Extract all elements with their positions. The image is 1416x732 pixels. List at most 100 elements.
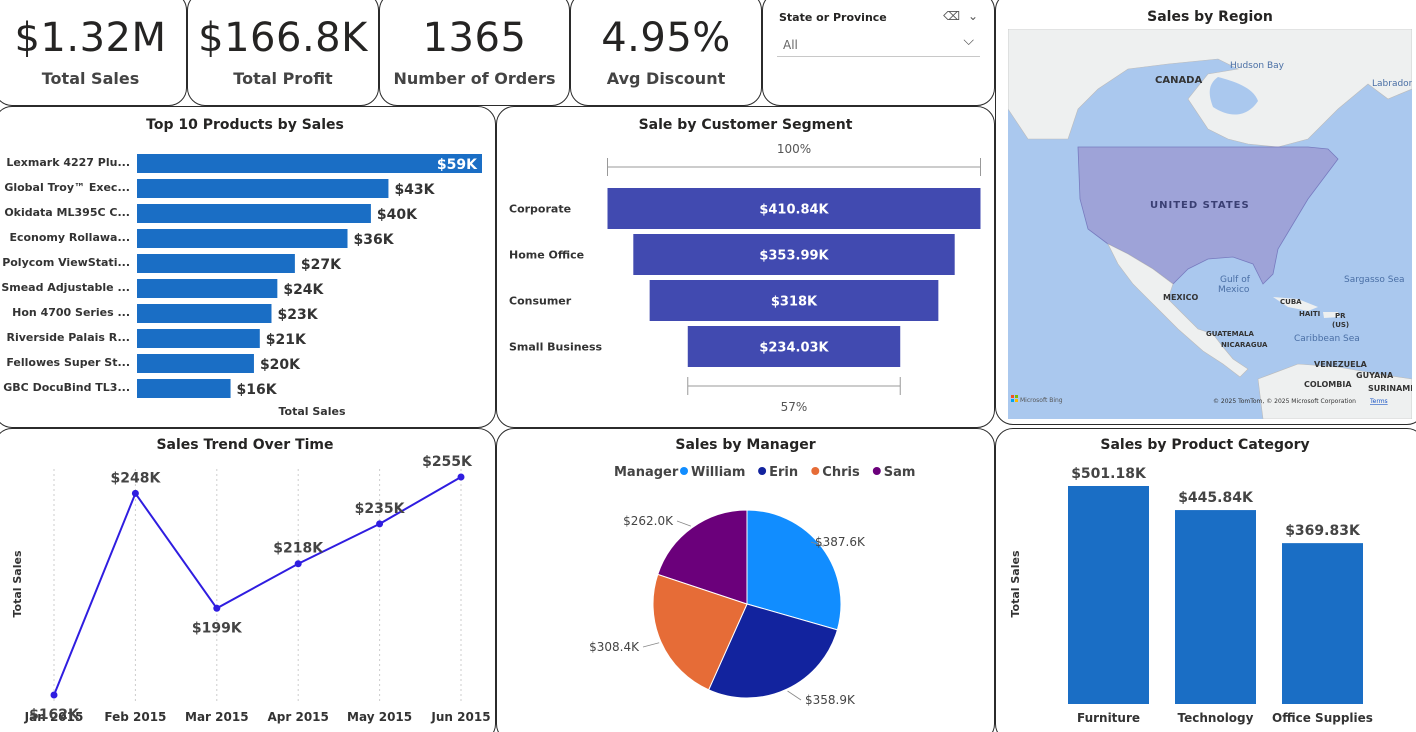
x-axis-label: Total Sales	[278, 405, 345, 418]
map-label: NICARAGUA	[1221, 341, 1268, 349]
bar[interactable]	[1282, 543, 1363, 704]
bar[interactable]	[137, 379, 231, 398]
map-terms-link[interactable]: Terms	[1369, 398, 1388, 405]
data-label: $308.4K	[589, 640, 640, 654]
bar[interactable]	[137, 204, 371, 223]
legend-item[interactable]: Erin	[769, 465, 798, 480]
map-label: (US)	[1332, 321, 1349, 329]
sales-map[interactable]: CANADA Hudson Bay Labrador S UNITED STAT…	[1008, 29, 1412, 419]
legend-swatch[interactable]	[758, 467, 767, 475]
bar[interactable]	[1175, 510, 1256, 704]
bar[interactable]	[137, 279, 278, 298]
segment-label: Home Office	[509, 249, 584, 262]
category-label: Riverside Palais R...	[6, 331, 130, 344]
data-label: $16K	[237, 382, 278, 398]
leader-line	[787, 690, 802, 701]
map-label: PR	[1335, 312, 1346, 320]
bar[interactable]	[137, 329, 260, 348]
sales-trend-chart[interactable]: Jan 2015 Feb 2015 Mar 2015 Apr 2015 May 2015…	[0, 429, 495, 729]
bar[interactable]	[137, 154, 482, 173]
kpi-card-avg-discount[interactable]: 4.95% Avg Discount	[570, 0, 762, 106]
kpi-card-number-of-orders[interactable]: 1365 Number of Orders	[379, 0, 570, 106]
category-label: Polycom ViewStati...	[2, 256, 130, 269]
product-category-chart[interactable]: Total Sales $501.18K Furniture $445.84K Tech…	[996, 429, 1416, 729]
data-point[interactable]	[50, 691, 58, 699]
x-tick-label: Apr 2015	[268, 710, 329, 724]
category-label: Fellowes Super St...	[6, 356, 130, 369]
data-point[interactable]	[131, 489, 139, 497]
legend-item[interactable]: William	[691, 465, 745, 480]
data-label: $23K	[277, 307, 318, 323]
bar[interactable]	[1068, 486, 1149, 704]
map-label: Hudson Bay	[1230, 61, 1285, 71]
bar[interactable]	[137, 254, 295, 273]
category-label: Smead Adjustable ...	[1, 281, 130, 294]
state-dropdown[interactable]: All ⌵	[777, 31, 980, 57]
slicer-value: All	[783, 38, 798, 52]
data-label: $218K	[273, 541, 324, 557]
top-products-chart[interactable]: Lexmark 4227 Plu... $59K Global Troy™ Exec…	[0, 125, 495, 425]
map-label: VENEZUELA	[1314, 360, 1368, 369]
bar[interactable]	[137, 229, 348, 248]
data-label: $353.99K	[759, 249, 829, 264]
data-label: $248K	[110, 470, 161, 486]
x-tick-label: Mar 2015	[185, 710, 249, 724]
x-tick-label: Jun 2015	[430, 710, 490, 724]
leader-line	[642, 642, 660, 648]
data-point[interactable]	[376, 520, 384, 528]
bar[interactable]	[137, 304, 272, 323]
chevron-down-icon[interactable]: ⌄	[968, 9, 978, 23]
map-label: Labrador S	[1372, 79, 1412, 89]
data-label: $369.83K	[1285, 523, 1361, 539]
kpi-label: Total Profit	[233, 69, 333, 88]
category-label: Lexmark 4227 Plu...	[6, 156, 130, 169]
customer-segment-card: Sale by Customer Segment 100% Corporate $4…	[496, 106, 995, 428]
map-label: CUBA	[1280, 298, 1302, 306]
kpi-card-total-sales[interactable]: $1.32M Total Sales	[0, 0, 187, 106]
x-tick-label: Feb 2015	[104, 710, 166, 724]
map-card: Sales by Region CANADA Hudson Bay Labrad…	[995, 0, 1416, 425]
y-axis-label: Total Sales	[1009, 550, 1022, 617]
legend-item[interactable]: Chris	[822, 465, 860, 480]
data-label: $162K	[29, 707, 80, 723]
sales-by-manager-chart[interactable]: Manager William Erin Chris Sam $387.6K $358.9K…	[497, 429, 994, 729]
segment-funnel-chart[interactable]: 100% Corporate $410.84K Home Office $353.99K…	[497, 125, 994, 425]
data-point[interactable]	[294, 560, 302, 568]
map-label: MEXICO	[1163, 293, 1198, 302]
category-label: Office Supplies	[1272, 711, 1373, 725]
category-label: Hon 4700 Series ...	[12, 306, 130, 319]
category-label: Furniture	[1077, 711, 1140, 725]
bar[interactable]	[137, 354, 254, 373]
map-label: COLOMBIA	[1304, 380, 1352, 389]
map-label: GUYANA	[1356, 371, 1394, 380]
legend-swatch[interactable]	[680, 467, 688, 475]
data-label: $235K	[355, 501, 406, 517]
segment-label: Corporate	[509, 203, 571, 216]
chevron-down-icon: ⌵	[963, 33, 974, 49]
data-label: $59K	[437, 157, 478, 173]
map-label: Caribbean Sea	[1294, 334, 1360, 344]
data-label: $21K	[266, 332, 307, 348]
sales-by-manager-card: Sales by Manager Manager William Erin Chris…	[496, 428, 995, 732]
kpi-label: Total Sales	[41, 69, 140, 88]
data-label: $445.84K	[1178, 490, 1254, 506]
data-label: $24K	[283, 282, 324, 298]
category-label: Economy Rollawa...	[9, 231, 130, 244]
map-label: Gulf of	[1220, 275, 1251, 285]
data-label: $199K	[192, 620, 243, 636]
eraser-icon[interactable]: ⌫	[943, 9, 960, 23]
data-point[interactable]	[213, 604, 221, 612]
legend-swatch[interactable]	[811, 467, 820, 475]
bar[interactable]	[137, 179, 389, 198]
data-point[interactable]	[457, 473, 465, 481]
category-label: Global Troy™ Exec...	[4, 181, 130, 194]
map-label: Sargasso Sea	[1344, 275, 1405, 285]
top-products-card: Top 10 Products by Sales Lexmark 4227 Pl…	[0, 106, 496, 428]
legend-swatch[interactable]	[872, 467, 881, 475]
category-label: GBC DocuBind TL3...	[3, 381, 130, 394]
data-label: $40K	[377, 207, 418, 223]
legend-item[interactable]: Sam	[884, 465, 916, 480]
y-axis-label: Total Sales	[11, 550, 24, 617]
category-label: Okidata ML395C C...	[4, 206, 130, 219]
kpi-card-total-profit[interactable]: $166.8K Total Profit	[187, 0, 379, 106]
